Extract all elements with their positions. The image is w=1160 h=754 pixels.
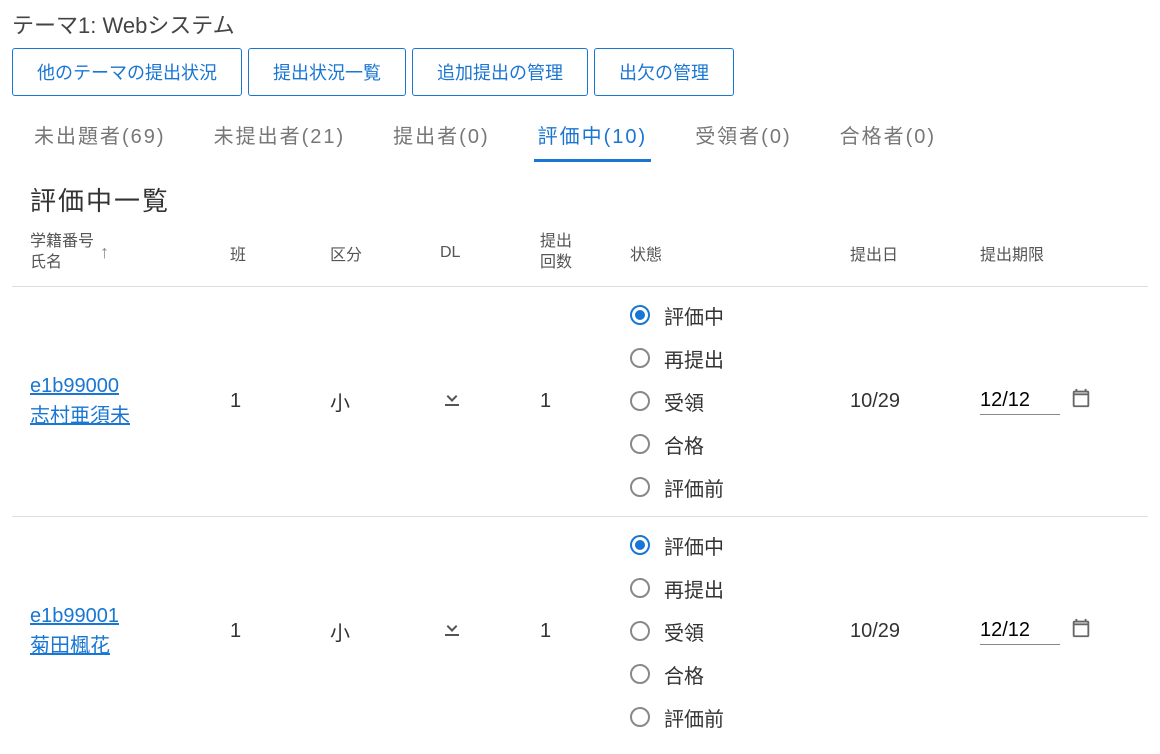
col-submit-date[interactable]: 提出日 bbox=[850, 241, 980, 265]
status-label: 評価前 bbox=[664, 703, 724, 732]
cell-group: 1 bbox=[230, 620, 330, 643]
col-student-line2: 氏名 bbox=[30, 254, 62, 271]
col-deadline[interactable]: 提出期限 bbox=[980, 241, 1160, 265]
status-option-0[interactable]: 評価中 bbox=[630, 301, 850, 330]
status-label: 再提出 bbox=[664, 574, 724, 603]
deadline-input[interactable] bbox=[980, 617, 1060, 645]
status-label: 評価中 bbox=[664, 301, 724, 330]
cell-submit-date: 10/29 bbox=[850, 620, 980, 643]
radio-icon bbox=[630, 305, 650, 325]
col-group[interactable]: 班 bbox=[230, 241, 330, 265]
status-label: 合格 bbox=[664, 430, 704, 459]
radio-icon bbox=[630, 578, 650, 598]
tab-3[interactable]: 評価中(10) bbox=[534, 114, 652, 162]
status-label: 合格 bbox=[664, 660, 704, 689]
status-label: 受領 bbox=[664, 617, 704, 646]
status-option-2[interactable]: 受領 bbox=[630, 387, 850, 416]
data-grid: 学籍番号 氏名 ↑ 班 区分 DL 提出 回数 状態 提出日 提出期限 e1b9… bbox=[12, 232, 1148, 746]
student-link[interactable]: e1b99000志村亜須未 bbox=[30, 375, 130, 427]
col-student[interactable]: 学籍番号 氏名 ↑ bbox=[30, 232, 230, 274]
page-title: テーマ1: Webシステム bbox=[12, 8, 1148, 40]
radio-icon bbox=[630, 348, 650, 368]
radio-icon bbox=[630, 391, 650, 411]
col-category[interactable]: 区分 bbox=[330, 241, 440, 265]
status-option-4[interactable]: 評価前 bbox=[630, 703, 850, 732]
status-label: 評価前 bbox=[664, 473, 724, 502]
tab-bar: 未出題者(69) 未提出者(21) 提出者(0) 評価中(10) 受領者(0) 合格者(0… bbox=[12, 114, 1148, 163]
section-title: 評価中一覧 bbox=[12, 181, 1148, 232]
radio-icon bbox=[630, 621, 650, 641]
status-option-4[interactable]: 評価前 bbox=[630, 473, 850, 502]
action-bar: 他のテーマの提出状況提出状況一覧追加提出の管理出欠の管理 bbox=[12, 48, 1148, 96]
cell-category: 小 bbox=[330, 387, 440, 416]
header-row: 学籍番号 氏名 ↑ 班 区分 DL 提出 回数 状態 提出日 提出期限 bbox=[12, 232, 1148, 286]
status-option-1[interactable]: 再提出 bbox=[630, 344, 850, 373]
col-count-line2: 回数 bbox=[540, 254, 572, 271]
cell-group: 1 bbox=[230, 390, 330, 413]
status-option-1[interactable]: 再提出 bbox=[630, 574, 850, 603]
tab-4[interactable]: 受領者(0) bbox=[691, 114, 795, 162]
table-row: e1b99000志村亜須未1小1評価中再提出受領合格評価前10/29 bbox=[12, 286, 1148, 516]
action-button-2[interactable]: 追加提出の管理 bbox=[412, 48, 588, 96]
cell-category: 小 bbox=[330, 617, 440, 646]
radio-icon bbox=[630, 664, 650, 684]
tab-2[interactable]: 提出者(0) bbox=[389, 114, 493, 162]
status-option-2[interactable]: 受領 bbox=[630, 617, 850, 646]
col-status[interactable]: 状態 bbox=[630, 241, 850, 265]
sort-asc-icon[interactable]: ↑ bbox=[100, 242, 109, 263]
status-label: 受領 bbox=[664, 387, 704, 416]
calendar-icon[interactable] bbox=[1070, 617, 1092, 645]
cell-count: 1 bbox=[540, 390, 630, 413]
status-option-3[interactable]: 合格 bbox=[630, 430, 850, 459]
tab-5[interactable]: 合格者(0) bbox=[836, 114, 940, 162]
status-option-3[interactable]: 合格 bbox=[630, 660, 850, 689]
status-label: 再提出 bbox=[664, 344, 724, 373]
calendar-icon[interactable] bbox=[1070, 387, 1092, 415]
status-option-0[interactable]: 評価中 bbox=[630, 531, 850, 560]
col-dl[interactable]: DL bbox=[440, 244, 540, 262]
download-icon[interactable] bbox=[440, 386, 540, 416]
deadline-input[interactable] bbox=[980, 387, 1060, 415]
tab-0[interactable]: 未出題者(69) bbox=[30, 114, 170, 162]
col-count-line1: 提出 bbox=[540, 233, 572, 250]
radio-icon bbox=[630, 477, 650, 497]
radio-icon bbox=[630, 535, 650, 555]
status-group: 評価中再提出受領合格評価前 bbox=[630, 531, 850, 732]
status-group: 評価中再提出受領合格評価前 bbox=[630, 301, 850, 502]
table-row: e1b99001菊田楓花1小1評価中再提出受領合格評価前10/29 bbox=[12, 516, 1148, 746]
download-icon[interactable] bbox=[440, 616, 540, 646]
cell-count: 1 bbox=[540, 620, 630, 643]
tab-1[interactable]: 未提出者(21) bbox=[210, 114, 350, 162]
radio-icon bbox=[630, 434, 650, 454]
col-student-line1: 学籍番号 bbox=[30, 233, 94, 250]
action-button-1[interactable]: 提出状況一覧 bbox=[248, 48, 406, 96]
cell-submit-date: 10/29 bbox=[850, 390, 980, 413]
col-count[interactable]: 提出 回数 bbox=[540, 232, 630, 274]
status-label: 評価中 bbox=[664, 531, 724, 560]
action-button-3[interactable]: 出欠の管理 bbox=[594, 48, 734, 96]
student-link[interactable]: e1b99001菊田楓花 bbox=[30, 605, 119, 657]
action-button-0[interactable]: 他のテーマの提出状況 bbox=[12, 48, 242, 96]
radio-icon bbox=[630, 707, 650, 727]
